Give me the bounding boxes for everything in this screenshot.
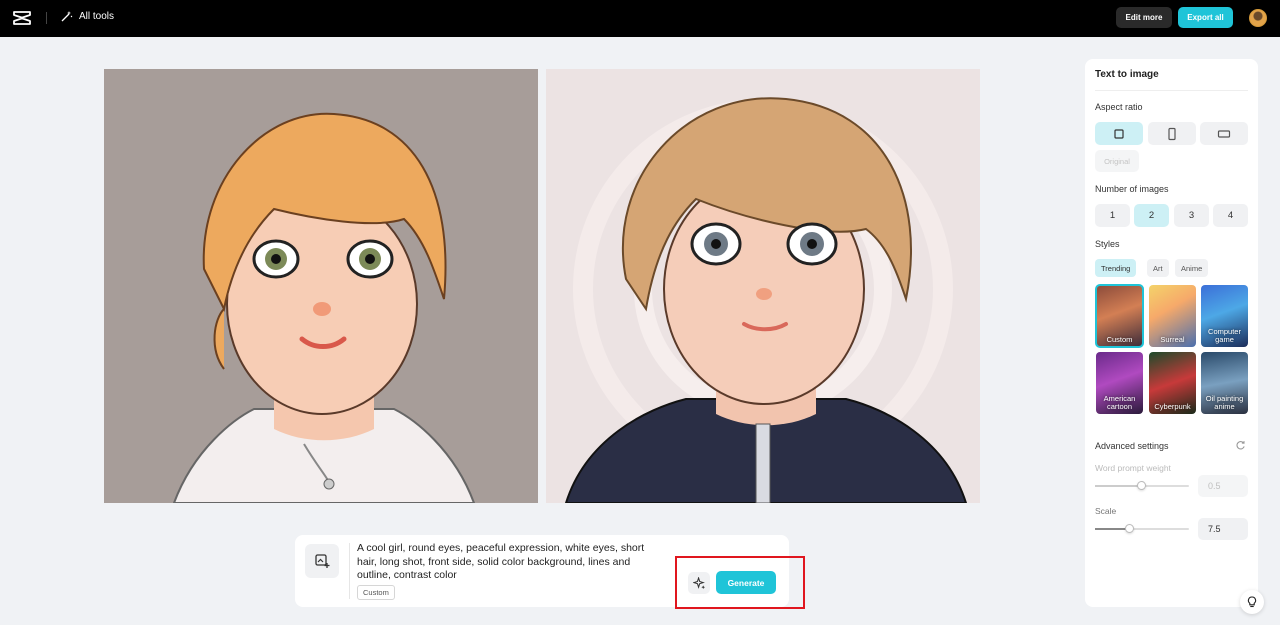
word-prompt-weight-value[interactable]: 0.5 xyxy=(1198,475,1248,497)
aspect-ratio-portrait-button[interactable] xyxy=(1148,122,1196,145)
prompt-separator xyxy=(349,543,350,599)
number-option-3[interactable]: 3 xyxy=(1174,204,1209,227)
style-thumb-surreal[interactable]: Surreal xyxy=(1149,285,1196,347)
aspect-ratio-original-button[interactable]: Original xyxy=(1095,150,1139,172)
aspect-ratio-landscape-button[interactable] xyxy=(1200,122,1248,145)
portrait-ratio-icon xyxy=(1168,127,1176,140)
user-avatar[interactable] xyxy=(1249,9,1267,27)
style-tab-trending[interactable]: Trending xyxy=(1095,259,1137,277)
number-of-images-label: Number of images xyxy=(1095,184,1169,194)
style-tab-anime[interactable]: Anime xyxy=(1175,259,1209,277)
style-thumb-label: Custom xyxy=(1106,335,1133,344)
style-thumb-computer-game[interactable]: Computer game xyxy=(1201,285,1248,347)
reset-icon[interactable] xyxy=(1235,440,1246,451)
style-thumb-label: Computer game xyxy=(1208,327,1241,344)
prompt-input[interactable]: A cool girl, round eyes, peaceful expres… xyxy=(357,542,662,583)
style-thumb-oil-painting-anime[interactable]: Oil painting anime xyxy=(1201,352,1248,414)
tips-button[interactable] xyxy=(1240,590,1264,614)
landscape-ratio-icon xyxy=(1217,129,1231,138)
advanced-settings-label: Advanced settings xyxy=(1095,441,1169,451)
prompt-style-tag: Custom xyxy=(357,585,395,600)
image-add-icon xyxy=(315,554,330,568)
enhance-prompt-button[interactable] xyxy=(688,572,710,594)
scale-label: Scale xyxy=(1095,506,1117,516)
capcut-logo-icon[interactable] xyxy=(13,10,31,26)
aspect-ratio-square-button[interactable] xyxy=(1095,122,1143,145)
prompt-bar: A cool girl, round eyes, peaceful expres… xyxy=(295,535,789,607)
style-thumb-cyberpunk[interactable]: Cyberpunk xyxy=(1149,352,1196,414)
panel-title: Text to image xyxy=(1095,69,1159,80)
export-all-button[interactable]: Export all xyxy=(1178,7,1233,28)
number-option-4[interactable]: 4 xyxy=(1213,204,1248,227)
scale-value[interactable]: 7.5 xyxy=(1198,518,1248,540)
generated-image-1-art xyxy=(104,69,538,503)
style-thumb-american-cartoon[interactable]: American cartoon xyxy=(1096,352,1143,414)
header-divider xyxy=(46,12,47,24)
slider-fill xyxy=(1095,485,1142,487)
generated-image-1[interactable] xyxy=(104,69,538,503)
style-tab-art[interactable]: Art xyxy=(1147,259,1169,277)
word-prompt-weight-slider[interactable] xyxy=(1095,481,1189,490)
style-thumb-custom[interactable]: Custom xyxy=(1095,284,1144,348)
lightbulb-icon xyxy=(1247,596,1257,608)
style-thumb-label: American cartoon xyxy=(1103,394,1136,411)
upload-reference-image-button[interactable] xyxy=(305,544,339,578)
style-thumb-label: Oil painting anime xyxy=(1205,394,1244,411)
square-ratio-icon xyxy=(1114,128,1124,139)
scale-slider[interactable] xyxy=(1095,524,1189,533)
text-to-image-panel: Text to image Aspect ratio Original Numb… xyxy=(1085,59,1258,607)
all-tools-button[interactable]: All tools xyxy=(61,10,114,22)
sparkle-icon xyxy=(692,576,705,589)
slider-thumb[interactable] xyxy=(1125,524,1134,533)
magic-wand-icon xyxy=(61,11,73,22)
number-option-2[interactable]: 2 xyxy=(1134,204,1169,227)
generate-button[interactable]: Generate xyxy=(716,571,776,594)
styles-label: Styles xyxy=(1095,239,1120,249)
style-thumb-label: Cyberpunk xyxy=(1154,402,1191,411)
all-tools-label: All tools xyxy=(79,10,115,22)
panel-divider xyxy=(1095,90,1248,91)
generated-image-2-art xyxy=(546,69,980,503)
aspect-ratio-label: Aspect ratio xyxy=(1095,102,1143,112)
word-prompt-weight-label: Word prompt weight xyxy=(1095,463,1171,473)
slider-thumb[interactable] xyxy=(1137,481,1146,490)
top-bar: All tools Edit more Export all xyxy=(0,0,1280,37)
style-thumb-label: Surreal xyxy=(1160,335,1185,344)
edit-more-button[interactable]: Edit more xyxy=(1116,7,1172,28)
generated-image-2[interactable] xyxy=(546,69,980,503)
number-option-1[interactable]: 1 xyxy=(1095,204,1130,227)
